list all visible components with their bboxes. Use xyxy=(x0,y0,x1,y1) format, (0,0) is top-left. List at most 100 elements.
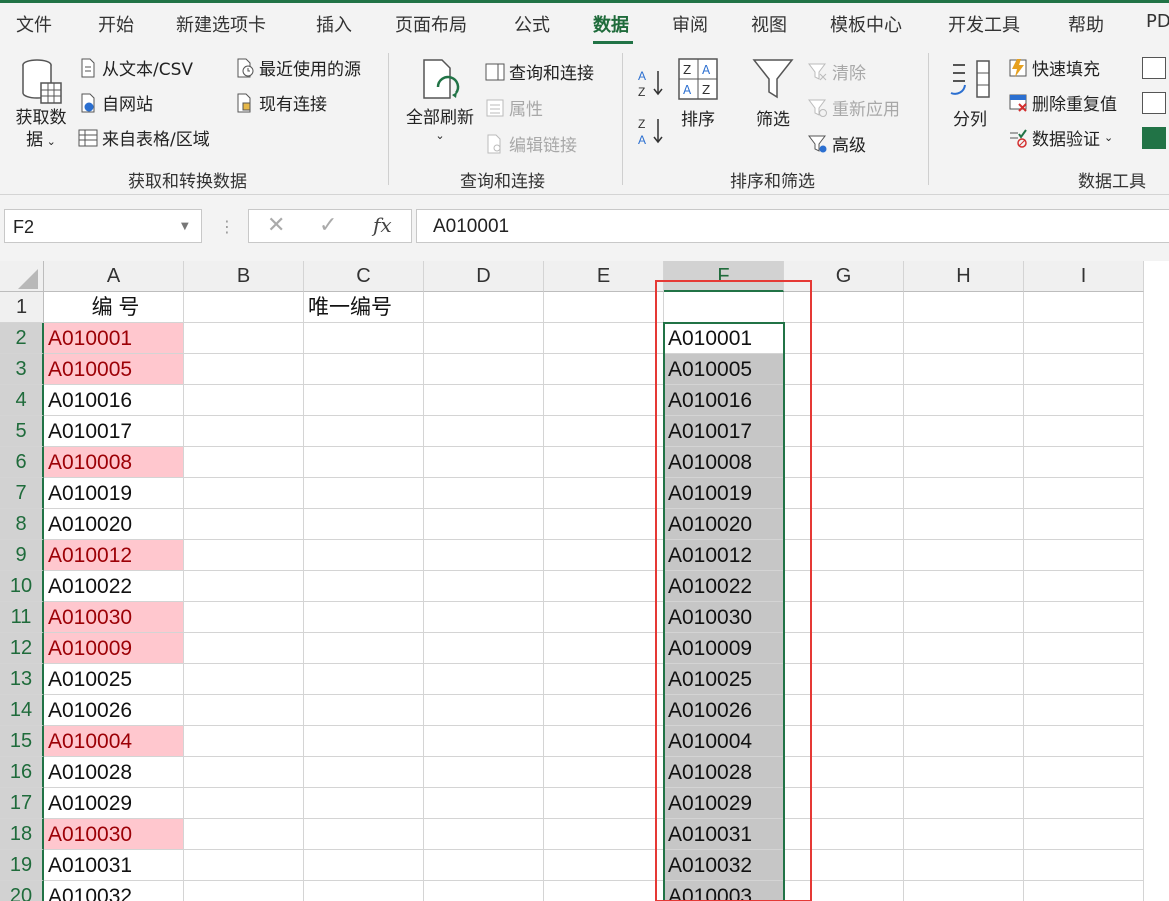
grid-cell[interactable] xyxy=(304,354,424,385)
cell-c1-header[interactable]: 唯一编号 xyxy=(304,292,424,323)
filter-button[interactable]: 筛选 xyxy=(748,57,798,157)
grid-cell[interactable] xyxy=(784,881,904,901)
grid-cell[interactable] xyxy=(904,664,1024,695)
cell-f-value[interactable]: A010003 xyxy=(664,881,784,901)
grid-cell[interactable] xyxy=(184,757,304,788)
grid-cell[interactable] xyxy=(784,540,904,571)
grid-cell[interactable] xyxy=(1024,726,1144,757)
grid-cell[interactable] xyxy=(304,819,424,850)
grid-cell[interactable] xyxy=(544,881,664,901)
sort-descending-button[interactable]: ZA xyxy=(636,115,666,147)
tab-new-tab[interactable]: 新建选项卡 xyxy=(176,11,266,37)
cell-a-value[interactable]: A010032 xyxy=(44,881,184,901)
grid-cell[interactable] xyxy=(544,323,664,354)
tab-developer[interactable]: 开发工具 xyxy=(948,11,1020,37)
grid-cell[interactable] xyxy=(784,447,904,478)
grid-cell[interactable] xyxy=(904,571,1024,602)
grid-cell[interactable] xyxy=(1024,664,1144,695)
column-header-g[interactable]: G xyxy=(784,261,904,292)
data-validation-button[interactable]: 数据验证 ⌄ xyxy=(1008,125,1113,150)
grid-cell[interactable] xyxy=(544,509,664,540)
cell-f-value[interactable]: A010005 xyxy=(664,354,784,385)
row-header[interactable]: 11 xyxy=(0,602,44,633)
tab-insert[interactable]: 插入 xyxy=(316,11,352,37)
grid-cell[interactable] xyxy=(544,819,664,850)
grid-cell[interactable] xyxy=(184,292,304,323)
cell-a-value[interactable]: A010026 xyxy=(44,695,184,726)
row-header[interactable]: 1 xyxy=(0,292,44,323)
consolidate-icon[interactable] xyxy=(1142,57,1166,79)
get-data-button[interactable]: 获取数 据 ⌄ xyxy=(10,55,72,155)
grid-cell[interactable] xyxy=(304,509,424,540)
sort-ascending-button[interactable]: AZ xyxy=(636,67,666,99)
grid-cell[interactable] xyxy=(784,509,904,540)
row-header[interactable]: 3 xyxy=(0,354,44,385)
cell-a-value[interactable]: A010030 xyxy=(44,602,184,633)
grid-cell[interactable] xyxy=(1024,354,1144,385)
grid-cell[interactable] xyxy=(544,788,664,819)
row-header[interactable]: 8 xyxy=(0,509,44,540)
text-to-columns-button[interactable]: 分列 xyxy=(945,57,995,157)
refresh-all-button[interactable]: 全部刷新 ⌄ xyxy=(400,55,480,155)
grid-cell[interactable] xyxy=(424,478,544,509)
grid-cell[interactable] xyxy=(1024,540,1144,571)
row-header[interactable]: 7 xyxy=(0,478,44,509)
cell-f-value[interactable]: A010001 xyxy=(664,323,784,354)
grid-cell[interactable] xyxy=(184,385,304,416)
clear-filter-button[interactable]: 清除 xyxy=(808,59,866,84)
grid-cell[interactable] xyxy=(304,478,424,509)
check-icon[interactable]: ✓ xyxy=(319,213,337,238)
advanced-filter-button[interactable]: 高级 xyxy=(808,131,866,156)
cell-f-value[interactable]: A010028 xyxy=(664,757,784,788)
row-header[interactable]: 12 xyxy=(0,633,44,664)
grid-cell[interactable] xyxy=(1024,881,1144,901)
grid-cell[interactable] xyxy=(1024,602,1144,633)
cell-f-value[interactable]: A010026 xyxy=(664,695,784,726)
tab-pdf[interactable]: PD xyxy=(1146,11,1169,32)
grid-cell[interactable] xyxy=(904,788,1024,819)
cell-a-value[interactable]: A010022 xyxy=(44,571,184,602)
cell-a-value[interactable]: A010029 xyxy=(44,788,184,819)
grid-cell[interactable] xyxy=(784,850,904,881)
grid-cell[interactable] xyxy=(1024,385,1144,416)
cell-a-value[interactable]: A010016 xyxy=(44,385,184,416)
grid-cell[interactable] xyxy=(784,354,904,385)
grid-cell[interactable] xyxy=(184,850,304,881)
cell-a-value[interactable]: A010001 xyxy=(44,323,184,354)
grid-cell[interactable] xyxy=(304,416,424,447)
grid-cell[interactable] xyxy=(1024,850,1144,881)
grid-cell[interactable] xyxy=(904,757,1024,788)
tab-data[interactable]: 数据 xyxy=(593,11,629,37)
tab-view[interactable]: 视图 xyxy=(751,11,787,37)
grid-cell[interactable] xyxy=(304,323,424,354)
tab-file[interactable]: 文件 xyxy=(16,11,52,37)
cell-f-value[interactable]: A010029 xyxy=(664,788,784,819)
cell-a-value[interactable]: A010019 xyxy=(44,478,184,509)
grid-cell[interactable] xyxy=(904,602,1024,633)
grid-cell[interactable] xyxy=(784,788,904,819)
grid-cell[interactable] xyxy=(184,540,304,571)
tab-home[interactable]: 开始 xyxy=(98,11,134,37)
grid-cell[interactable] xyxy=(424,354,544,385)
grid-cell[interactable] xyxy=(184,633,304,664)
grid-cell[interactable] xyxy=(184,695,304,726)
grid-cell[interactable] xyxy=(544,292,664,323)
from-text-csv-button[interactable]: 从文本/CSV xyxy=(78,55,193,80)
grid-cell[interactable] xyxy=(424,385,544,416)
grid-cell[interactable] xyxy=(424,881,544,901)
row-header[interactable]: 6 xyxy=(0,447,44,478)
grid-cell[interactable] xyxy=(424,788,544,819)
grid-cell[interactable] xyxy=(784,478,904,509)
grid-cell[interactable] xyxy=(304,664,424,695)
cell-a-value[interactable]: A010012 xyxy=(44,540,184,571)
grid-cell[interactable] xyxy=(424,447,544,478)
column-header-d[interactable]: D xyxy=(424,261,544,292)
cell-a-value[interactable]: A010005 xyxy=(44,354,184,385)
row-header[interactable]: 4 xyxy=(0,385,44,416)
grid-cell[interactable] xyxy=(544,757,664,788)
formula-input[interactable]: A010001 xyxy=(416,209,1169,243)
cell-f-value[interactable]: A010022 xyxy=(664,571,784,602)
from-web-button[interactable]: 自网站 xyxy=(78,90,153,115)
grid-cell[interactable] xyxy=(904,726,1024,757)
grid-cell[interactable] xyxy=(184,819,304,850)
